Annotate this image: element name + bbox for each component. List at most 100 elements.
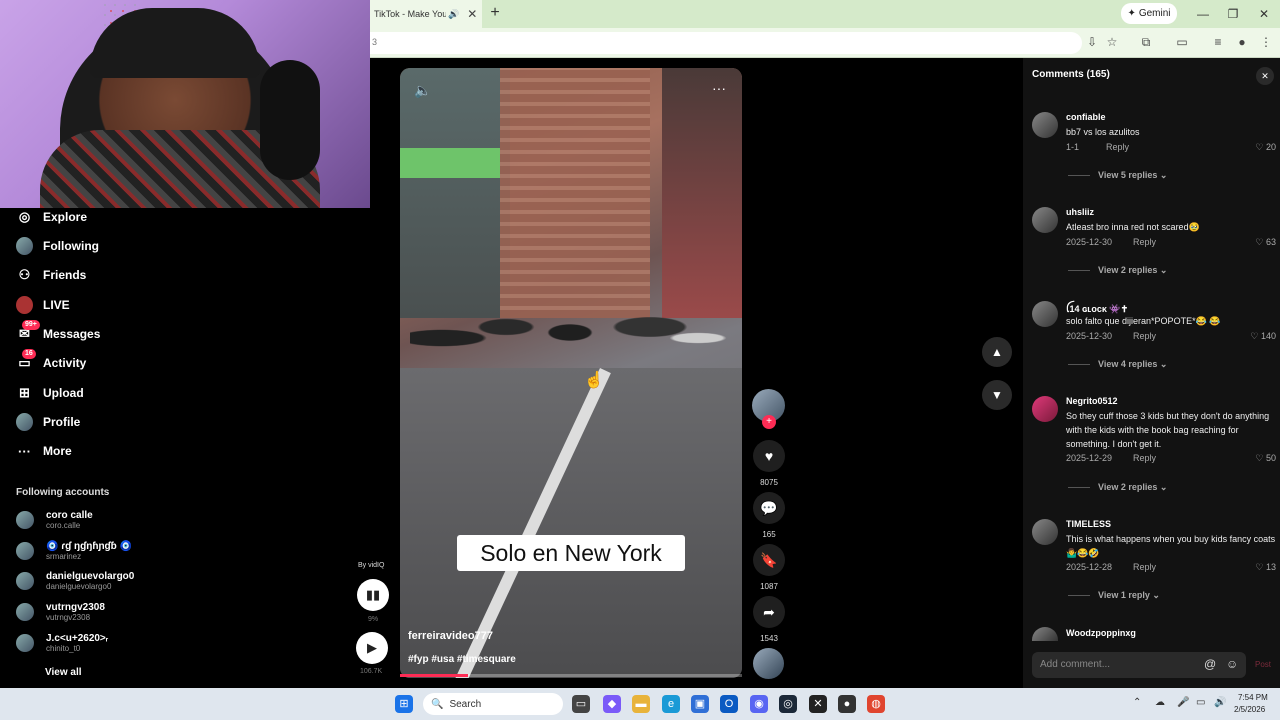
comment-like[interactable]: ♡ 20: [1255, 142, 1276, 153]
avatar[interactable]: [1032, 207, 1058, 233]
taskbar-search[interactable]: 🔍 Search: [423, 693, 563, 715]
comment-like[interactable]: ♡ 13: [1255, 562, 1276, 573]
comment-user[interactable]: Woodzpoppinxg: [1066, 628, 1136, 638]
sidebar-item-friends[interactable]: ⚇ Friends: [16, 264, 87, 286]
sidebar-item-messages[interactable]: ✉ 99+ Messages: [16, 319, 100, 345]
video-hashtags[interactable]: #fyp #usa #timesquare: [408, 654, 516, 665]
comment-user[interactable]: uhsliiz: [1066, 207, 1094, 217]
address-bar[interactable]: 3: [370, 32, 1082, 54]
view-replies-button[interactable]: View 1 reply ⌄: [1068, 590, 1160, 601]
comment-item: TIMELESS This is what happens when you b…: [1032, 519, 1276, 609]
start-icon[interactable]: ⊞: [395, 695, 413, 713]
new-tab-button[interactable]: +: [486, 4, 504, 22]
reply-button[interactable]: Reply: [1106, 142, 1129, 152]
browser-tab-tiktok[interactable]: TikTok - Make Your Da 🔊 ✕: [370, 0, 482, 28]
bookmark-star-icon[interactable]: ☆: [1102, 33, 1122, 51]
comment-action[interactable]: 💬 165: [753, 492, 785, 539]
view-replies-button[interactable]: View 2 replies ⌄: [1068, 482, 1167, 493]
maximize-button[interactable]: ❐: [1224, 5, 1242, 23]
volume-icon[interactable]: 🔈: [414, 82, 431, 99]
view-replies-button[interactable]: View 4 replies ⌄: [1068, 359, 1167, 370]
browser-menu-icon[interactable]: ⋮: [1256, 33, 1276, 51]
clock-date[interactable]: 2/5/2026: [1234, 705, 1265, 714]
sidebar-item-activity[interactable]: ▭ 16 Activity: [16, 348, 86, 374]
mention-icon[interactable]: @: [1204, 657, 1216, 671]
following-account[interactable]: danielguevolargo0 danielguevolargo0: [16, 567, 134, 595]
play-views-button[interactable]: ▶: [356, 632, 388, 664]
reply-button[interactable]: Reply: [1133, 453, 1156, 463]
share-icon[interactable]: ➦: [753, 596, 785, 628]
reply-button[interactable]: Reply: [1133, 562, 1156, 572]
reply-button[interactable]: Reply: [1133, 331, 1156, 341]
video-more-icon[interactable]: ···: [712, 80, 726, 96]
comment-user[interactable]: confiable: [1066, 112, 1106, 122]
following-account[interactable]: J.c<u+2620>ᵣ chinito_t0: [16, 629, 108, 657]
avatar[interactable]: [1032, 519, 1058, 545]
heart-icon[interactable]: ♥: [753, 440, 785, 472]
avatar[interactable]: [1032, 301, 1058, 327]
comment-like[interactable]: ♡ 50: [1255, 453, 1276, 464]
profile-avatar-icon[interactable]: ●: [1232, 33, 1252, 51]
install-app-icon[interactable]: ⇩: [1082, 33, 1102, 51]
extensions-icon[interactable]: ⧉: [1136, 33, 1156, 51]
steam-icon[interactable]: ◎: [779, 695, 797, 713]
next-video-button[interactable]: ▼: [982, 380, 1012, 410]
sidebar-item-following[interactable]: Following: [16, 235, 99, 257]
discord-icon[interactable]: ◉: [750, 695, 768, 713]
view-replies-button[interactable]: View 2 replies ⌄: [1068, 265, 1167, 276]
video-author[interactable]: ferreiravideo777: [408, 630, 493, 642]
store-icon[interactable]: ▣: [691, 695, 709, 713]
sidebar-item-more[interactable]: ··· More: [16, 440, 72, 462]
cloud-icon[interactable]: ☁: [1155, 697, 1165, 708]
view-all-link[interactable]: View all: [45, 667, 82, 678]
outlook-icon[interactable]: O: [720, 695, 738, 713]
avatar[interactable]: [1032, 112, 1058, 138]
chrome-icon[interactable]: ◍: [867, 695, 885, 713]
vidiq-stats-button[interactable]: ▮▮: [357, 579, 389, 611]
bookmark-icon[interactable]: 🔖: [753, 544, 785, 576]
following-account[interactable]: vutrngv2308 vutrngv2308: [16, 598, 105, 626]
close-icon[interactable]: ✕: [1256, 67, 1274, 85]
comment-user[interactable]: Negrito0512: [1066, 396, 1118, 406]
previous-video-button[interactable]: ▲: [982, 337, 1012, 367]
obs-icon[interactable]: ●: [838, 695, 856, 713]
comment-like[interactable]: ♡ 63: [1255, 237, 1276, 248]
post-button[interactable]: Post: [1255, 660, 1271, 669]
app-icon[interactable]: ◆: [603, 695, 621, 713]
following-account[interactable]: coro calle coro.calle: [16, 506, 93, 534]
sidebar-item-profile[interactable]: Profile: [16, 411, 80, 433]
sidebar-item-upload[interactable]: ⊞ Upload: [16, 382, 84, 404]
following-account[interactable]: 🧿 ɾɠ ŋɠŋɦɲɠɓ 🧿 srmarinez: [16, 537, 132, 565]
avatar[interactable]: [1032, 396, 1058, 422]
comment-user[interactable]: TIMELESS: [1066, 519, 1111, 529]
tray-chevron-icon[interactable]: ⌃: [1133, 697, 1141, 708]
edge-icon[interactable]: e: [662, 695, 680, 713]
sidebar-item-live[interactable]: LIVE: [16, 294, 70, 316]
view-replies-button[interactable]: View 5 replies ⌄: [1068, 170, 1167, 181]
window-close-button[interactable]: ✕: [1255, 5, 1273, 23]
share-action[interactable]: ➦ 1543: [753, 596, 785, 643]
follow-plus-icon[interactable]: +: [762, 415, 776, 429]
tab-close-icon[interactable]: ✕: [467, 7, 477, 21]
display-icon[interactable]: ▭: [1196, 697, 1205, 708]
music-disc-avatar[interactable]: [753, 648, 784, 679]
volume-tray-icon[interactable]: 🔊: [1214, 697, 1226, 708]
comment-icon[interactable]: 💬: [753, 492, 785, 524]
emoji-icon[interactable]: ☺: [1226, 657, 1238, 671]
minimize-button[interactable]: —: [1194, 5, 1212, 23]
clock-time[interactable]: 7:54 PM: [1238, 693, 1268, 702]
microphone-icon[interactable]: 🎤: [1177, 697, 1189, 708]
xbox-icon[interactable]: ✕: [809, 695, 827, 713]
task-view-icon[interactable]: ▭: [572, 695, 590, 713]
file-explorer-icon[interactable]: ▬: [632, 695, 650, 713]
media-control-icon[interactable]: ≡: [1208, 33, 1228, 51]
video-player[interactable]: [400, 68, 742, 678]
speaker-icon[interactable]: 🔊: [448, 9, 459, 20]
save-action[interactable]: 🔖 1087: [753, 544, 785, 591]
cast-icon[interactable]: ▭: [1172, 33, 1192, 51]
gemini-button[interactable]: ✦ Gemini: [1121, 3, 1177, 24]
like-action[interactable]: ♥ 8075: [753, 440, 785, 487]
sidebar-item-explore[interactable]: ◎ Explore: [16, 206, 87, 228]
comment-like[interactable]: ♡ 140: [1250, 331, 1276, 342]
reply-button[interactable]: Reply: [1133, 237, 1156, 247]
